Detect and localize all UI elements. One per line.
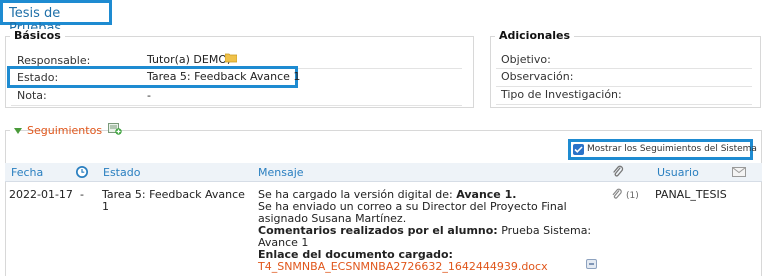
basicos-legend: Básicos [10, 29, 65, 42]
paperclip-icon[interactable] [611, 188, 623, 201]
row-nota: Nota: - [11, 88, 462, 106]
nota-label: Nota: [17, 89, 47, 102]
row-mensaje: Se ha cargado la versión digital de: Ava… [258, 189, 603, 273]
row-objetivo: Objetivo: [496, 51, 752, 69]
row-fecha: 2022-01-17 [9, 188, 73, 201]
tipo-investigacion-label: Tipo de Investigación: [501, 88, 622, 101]
attach-count: (1) [626, 191, 639, 201]
row-observacion: Observación: [496, 69, 752, 87]
objetivo-label: Objetivo: [501, 53, 551, 66]
estado-value: Tarea 5: Feedback Avance 1 [147, 70, 301, 83]
col-usuario[interactable]: Usuario [657, 166, 699, 179]
page-title-box: Tesis de Pruebas [0, 0, 112, 36]
document-link[interactable]: T4_SNMNBA_ECSNMNBA2726632_1642444939.doc… [258, 261, 603, 273]
envelope-icon [732, 167, 746, 177]
col-estado[interactable]: Estado [103, 166, 140, 179]
row-dash: - [80, 188, 84, 201]
mostrar-sistema-checkbox[interactable] [573, 144, 584, 155]
row-usuario: PANAL_TESIS [655, 188, 727, 201]
row-tipo: Tipo de Investigación: [496, 87, 752, 105]
collapse-triangle-icon[interactable] [14, 128, 22, 134]
seguimientos-title[interactable]: Seguimientos [27, 124, 102, 137]
col-fecha[interactable]: Fecha [11, 166, 43, 179]
seguimientos-table-header: Fecha Estado Mensaje Usuario [5, 163, 762, 182]
mostrar-sistema-label[interactable]: Mostrar los Seguimientos del Sistema [587, 144, 757, 154]
adicionales-legend: Adicionales [495, 29, 575, 42]
folder-icon[interactable] [224, 52, 238, 63]
nota-value: - [147, 89, 151, 102]
responsable-value: Tutor(a) DEMO, [147, 53, 231, 66]
checkmark-icon [574, 146, 583, 153]
download-doc-icon[interactable] [586, 259, 597, 269]
row-estado-line2: 1 [102, 200, 109, 213]
paperclip-header-icon [612, 165, 624, 179]
row-estado-line1: Tarea 5: Feedback Avance [102, 188, 245, 201]
col-mensaje[interactable]: Mensaje [258, 166, 304, 179]
estado-label: Estado: [17, 71, 59, 84]
row-estado: Estado: Tarea 5: Feedback Avance 1 [11, 69, 462, 87]
msg-comments-value: Prueba Sistema: [501, 224, 592, 237]
observacion-label: Observación: [501, 70, 574, 83]
table-row: 2022-01-17 - Tarea 5: Feedback Avance 1 … [5, 183, 762, 278]
seguimientos-header: Seguimientos [10, 124, 102, 138]
add-seguimiento-icon[interactable] [108, 122, 122, 135]
clock-icon [75, 165, 89, 179]
